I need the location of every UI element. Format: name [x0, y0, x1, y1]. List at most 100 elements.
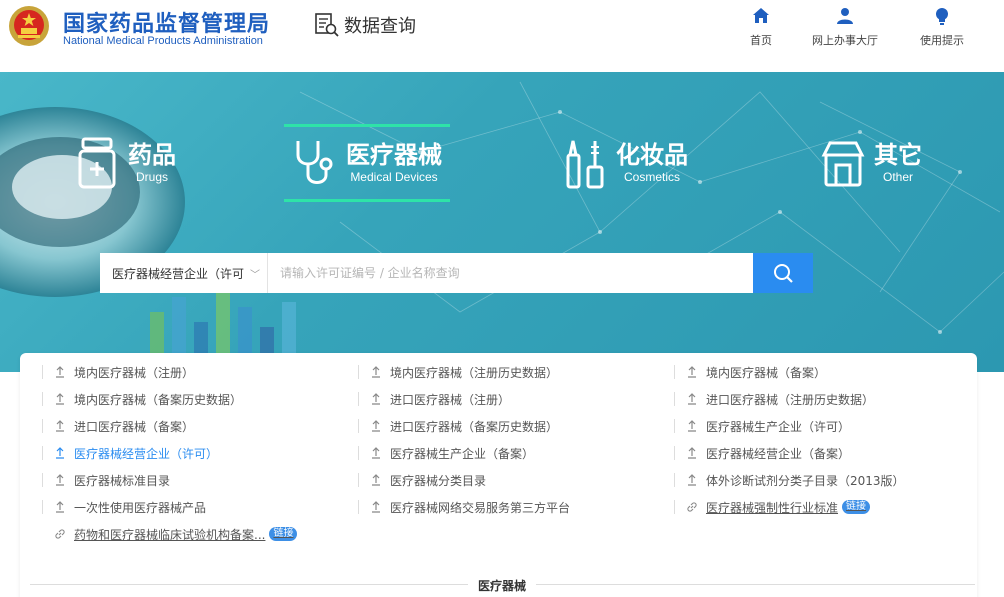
user-icon	[837, 8, 853, 24]
search-bar: 医疗器械经营企业（许可 ﹀	[100, 253, 813, 293]
list-item-label: 进口医疗器械（备案历史数据）	[390, 419, 559, 434]
national-emblem-icon[interactable]	[8, 4, 50, 48]
category-drugs-en: Drugs	[135, 170, 168, 184]
list-row: 境内医疗器械（注册） 境内医疗器械（注册历史数据） 境内医疗器械（备案）	[20, 362, 977, 382]
category-medical-devices-cn: 医疗器械	[346, 141, 442, 169]
list-item[interactable]: 医疗器械生产企业（备案）	[358, 443, 535, 463]
link-icon	[687, 502, 697, 512]
category-other-en: Other	[882, 170, 913, 184]
category-cosmetics-text: 化妆品 Cosmetics	[616, 142, 688, 184]
list-item-label: 医疗器械网络交易服务第三方平台	[390, 500, 571, 515]
list-item[interactable]: 体外诊断试剂分类子目录（2013版）	[674, 470, 905, 490]
list-item[interactable]: 进口医疗器械（备案）	[42, 416, 195, 436]
list-item-selected[interactable]: 医疗器械经营企业（许可）	[42, 443, 219, 463]
link-icon	[55, 529, 65, 539]
list-item-label: 医疗器械生产企业（许可）	[706, 419, 851, 434]
brand-name[interactable]: 国家药品监督管理局	[63, 6, 270, 38]
upload-icon	[56, 420, 64, 432]
list-item[interactable]: 境内医疗器械（备案历史数据）	[42, 389, 243, 409]
list-row: 一次性使用医疗器械产品 医疗器械网络交易服务第三方平台 医疗器械强制性行业标准 …	[20, 497, 977, 517]
upload-icon	[688, 474, 696, 486]
upload-icon	[688, 393, 696, 405]
list-item[interactable]: 医疗器械分类目录	[358, 470, 487, 490]
list-item-label: 医疗器械标准目录	[74, 473, 171, 488]
database-list-panel: 境内医疗器械（注册） 境内医疗器械（注册历史数据） 境内医疗器械（备案） 境内医…	[20, 353, 977, 597]
list-item[interactable]: 境内医疗器械（备案）	[674, 362, 827, 382]
category-other[interactable]: 其它 Other	[820, 132, 922, 194]
upload-icon	[688, 366, 696, 378]
upload-icon	[372, 501, 380, 513]
upload-icon	[372, 366, 380, 378]
banner-background-graphic	[0, 81, 1004, 372]
list-item[interactable]: 医疗器械经营企业（备案）	[674, 443, 851, 463]
category-banner: 药品 Drugs 医疗器械 Medical Devices 化妆品 Cosmet…	[0, 72, 1004, 372]
category-other-text: 其它 Other	[874, 142, 922, 184]
nav-online-hall[interactable]: 网上办事大厅	[812, 6, 878, 48]
category-medical-devices-text: 医疗器械 Medical Devices	[346, 142, 442, 184]
list-item[interactable]: 进口医疗器械（注册）	[358, 389, 511, 409]
bulb-icon	[936, 8, 948, 25]
nav-home[interactable]: 首页	[750, 6, 772, 48]
category-medical-devices-en: Medical Devices	[350, 170, 438, 184]
list-item[interactable]: 医疗器械生产企业（许可）	[674, 416, 851, 436]
upload-icon	[56, 501, 64, 513]
nav-online-hall-label: 网上办事大厅	[812, 34, 878, 47]
list-item[interactable]: 境内医疗器械（注册）	[42, 362, 194, 382]
search-type-select[interactable]: 医疗器械经营企业（许可 ﹀	[100, 253, 268, 293]
list-item-label: 医疗器械生产企业（备案）	[390, 446, 535, 461]
upload-icon	[56, 393, 64, 405]
list-item[interactable]: 医疗器械标准目录	[42, 470, 171, 490]
list-item-link[interactable]: 医疗器械强制性行业标准 链接	[674, 497, 871, 517]
list-item[interactable]: 境内医疗器械（注册历史数据）	[358, 362, 558, 382]
nav-usage-tips[interactable]: 使用提示	[920, 6, 964, 48]
upload-icon	[56, 474, 64, 486]
list-row: 医疗器械经营企业（许可） 医疗器械生产企业（备案） 医疗器械经营企业（备案）	[20, 443, 977, 463]
upload-icon	[688, 420, 696, 432]
list-item[interactable]: 医疗器械网络交易服务第三方平台	[358, 497, 571, 517]
link-badge: 链接	[842, 500, 871, 514]
list-item-label: 医疗器械经营企业（备案）	[706, 446, 851, 461]
data-query-title: 数据查询	[314, 12, 416, 38]
upload-icon	[56, 447, 64, 459]
search-icon	[774, 264, 793, 283]
category-cosmetics[interactable]: 化妆品 Cosmetics	[562, 132, 688, 194]
cosmetics-icon	[566, 140, 604, 189]
list-item-link[interactable]: 药物和医疗器械临床试验机构备案... 链接	[54, 524, 298, 544]
search-input[interactable]	[268, 253, 753, 293]
list-row: 境内医疗器械（备案历史数据） 进口医疗器械（注册） 进口医疗器械（注册历史数据）	[20, 389, 977, 409]
nav-usage-tips-label: 使用提示	[920, 34, 964, 47]
chevron-down-icon: ﹀	[250, 269, 261, 281]
shop-icon	[821, 141, 865, 187]
category-medical-devices[interactable]: 医疗器械 Medical Devices	[284, 124, 450, 202]
category-other-cn: 其它	[874, 141, 922, 169]
list-item-label: 一次性使用医疗器械产品	[74, 500, 207, 515]
list-row: 医疗器械标准目录 医疗器械分类目录 体外诊断试剂分类子目录（2013版）	[20, 470, 977, 490]
list-item-label: 医疗器械经营企业（许可）	[74, 446, 219, 461]
list-item-label: 进口医疗器械（注册）	[390, 392, 511, 407]
header: 国家药品监督管理局 National Medical Products Admi…	[0, 0, 1004, 72]
list-item-label: 医疗器械强制性行业标准	[706, 500, 839, 515]
category-cosmetics-en: Cosmetics	[623, 170, 680, 184]
list-item[interactable]: 进口医疗器械（备案历史数据）	[358, 416, 559, 436]
link-badge: 链接	[269, 527, 298, 541]
document-search-icon	[315, 13, 339, 37]
search-type-value: 医疗器械经营企业（许可	[112, 266, 245, 281]
list-item-label: 境内医疗器械（备案）	[706, 365, 827, 380]
list-row: 进口医疗器械（备案） 进口医疗器械（备案历史数据） 医疗器械生产企业（许可）	[20, 416, 977, 436]
category-drugs[interactable]: 药品 Drugs	[74, 132, 176, 194]
category-drugs-text: 药品 Drugs	[128, 142, 176, 184]
upload-icon	[372, 447, 380, 459]
list-item-label: 境内医疗器械（备案历史数据）	[74, 392, 243, 407]
category-drugs-cn: 药品	[128, 141, 176, 169]
category-cosmetics-cn: 化妆品	[616, 141, 688, 169]
list-row: 药物和医疗器械临床试验机构备案... 链接	[20, 524, 977, 544]
drug-bottle-icon	[78, 137, 116, 189]
search-button[interactable]	[753, 253, 813, 293]
home-icon	[753, 8, 769, 23]
list-item-label: 医疗器械分类目录	[390, 473, 487, 488]
list-item-label: 进口医疗器械（备案）	[74, 419, 195, 434]
list-item[interactable]: 一次性使用医疗器械产品	[42, 497, 207, 517]
upload-icon	[56, 366, 64, 378]
list-item[interactable]: 进口医疗器械（注册历史数据）	[674, 389, 874, 409]
brand-name-english[interactable]: National Medical Products Administration	[63, 35, 263, 47]
